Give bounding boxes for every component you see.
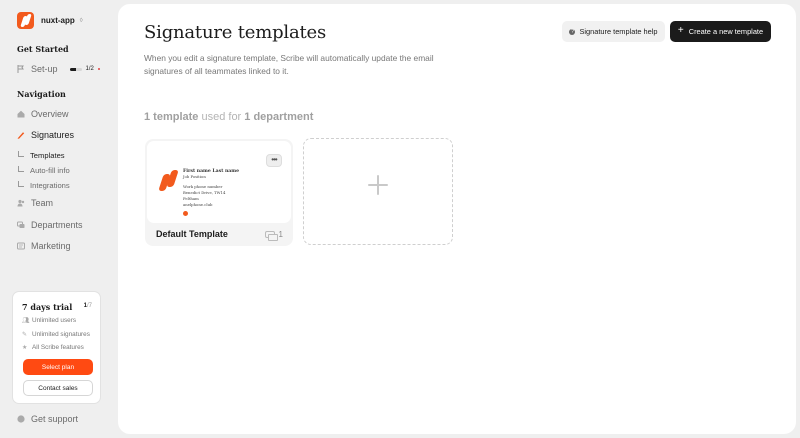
setup-progress-text: 1/2: [85, 66, 94, 72]
template-summary: 1 template used for 1 department: [144, 111, 314, 123]
template-card[interactable]: First name Last name Job Position Work p…: [145, 139, 293, 246]
page-title: Signature templates: [144, 22, 327, 43]
sidebar-item-signatures[interactable]: Signatures: [17, 130, 74, 140]
question-icon: ?: [569, 28, 576, 35]
plus-icon: +: [677, 25, 684, 36]
sidebar-item-label: Departments: [31, 220, 83, 230]
main-panel: Signature templates When you edit a sign…: [118, 4, 796, 434]
sidebar-item-label: Set-up: [31, 64, 58, 74]
notification-dot: [97, 68, 100, 70]
departments-icon: [17, 221, 25, 228]
get-support-link[interactable]: Get support: [17, 414, 78, 424]
pen-icon: ✎: [22, 331, 28, 338]
social-icon: [183, 211, 188, 216]
sidebar-item-marketing[interactable]: Marketing: [17, 241, 71, 251]
template-department-count: 1: [264, 230, 283, 241]
workspace-switcher[interactable]: nuxt-app ◊: [17, 12, 83, 29]
sidebar-item-label: Overview: [31, 109, 69, 119]
departments-icon: [264, 231, 278, 241]
tree-branch-icon: [18, 165, 24, 172]
scribe-logo: [17, 12, 34, 29]
trial-feature: ✎ Unlimited signatures: [22, 331, 90, 338]
home-icon: [17, 110, 25, 118]
add-template-card[interactable]: [303, 138, 453, 245]
sidebar-item-departments[interactable]: Departments: [17, 220, 83, 230]
trial-day-count: 1/7: [83, 303, 92, 309]
select-plan-button[interactable]: Select plan: [23, 359, 93, 375]
setup-progress-bar: [69, 67, 82, 71]
chevron-updown-icon: ◊: [79, 17, 83, 24]
create-template-button[interactable]: + Create a new template: [670, 21, 771, 42]
sidebar-item-label: Signatures: [31, 130, 75, 140]
workspace-name: nuxt-app: [41, 16, 75, 25]
sidebar-subitem-templates[interactable]: Templates: [18, 150, 65, 160]
template-help-button[interactable]: ? Signature template help: [562, 21, 665, 42]
star-icon: ★: [22, 344, 28, 351]
page-description: When you edit a signature template, Scri…: [144, 53, 434, 76]
sidebar-subitem-label: Auto-fill info: [30, 166, 70, 175]
more-options-button[interactable]: •••: [266, 154, 282, 167]
trial-card: 7 days trial 1/7 👥︎ Unlimited users ✎ Un…: [12, 291, 101, 404]
tree-branch-icon: [18, 150, 24, 157]
sidebar: nuxt-app ◊ Get Started Set-up 1/2 Naviga…: [0, 0, 112, 438]
tree-branch-icon: [18, 180, 24, 187]
trial-title: 7 days trial: [22, 302, 73, 312]
people-icon: [17, 199, 25, 207]
contact-sales-button[interactable]: Contact sales: [23, 380, 93, 396]
trial-feature: 👥︎ Unlimited users: [22, 317, 77, 324]
sidebar-item-overview[interactable]: Overview: [17, 109, 69, 119]
trial-feature: ★ All Scribe features: [22, 344, 84, 351]
plus-icon: [368, 175, 388, 195]
sidebar-subitem-auto-fill[interactable]: Auto-fill info: [18, 165, 70, 175]
sidebar-item-setup[interactable]: Set-up 1/2: [17, 64, 100, 74]
megaphone-icon: [17, 242, 25, 250]
sidebar-subitem-label: Templates: [30, 151, 65, 160]
sidebar-subitem-label: Integrations: [30, 181, 70, 190]
users-icon: 👥︎: [22, 317, 30, 324]
navigation-heading: Navigation: [17, 89, 66, 99]
sidebar-subitem-integrations[interactable]: Integrations: [18, 180, 70, 190]
template-name: Default Template: [156, 229, 228, 239]
signature-preview: First name Last name Job Position Work p…: [147, 141, 291, 223]
sidebar-item-label: Marketing: [31, 241, 71, 251]
signature-details: First name Last name Job Position Work p…: [183, 169, 239, 216]
sidebar-item-team[interactable]: Team: [17, 198, 53, 208]
signature-logo: [158, 169, 180, 191]
help-circle-icon: [17, 415, 25, 423]
get-started-heading: Get Started: [17, 44, 69, 54]
sidebar-item-label: Team: [31, 198, 54, 208]
setup-progress: 1/2: [69, 66, 100, 72]
flag-icon: [17, 65, 24, 73]
pen-icon: [17, 132, 25, 139]
